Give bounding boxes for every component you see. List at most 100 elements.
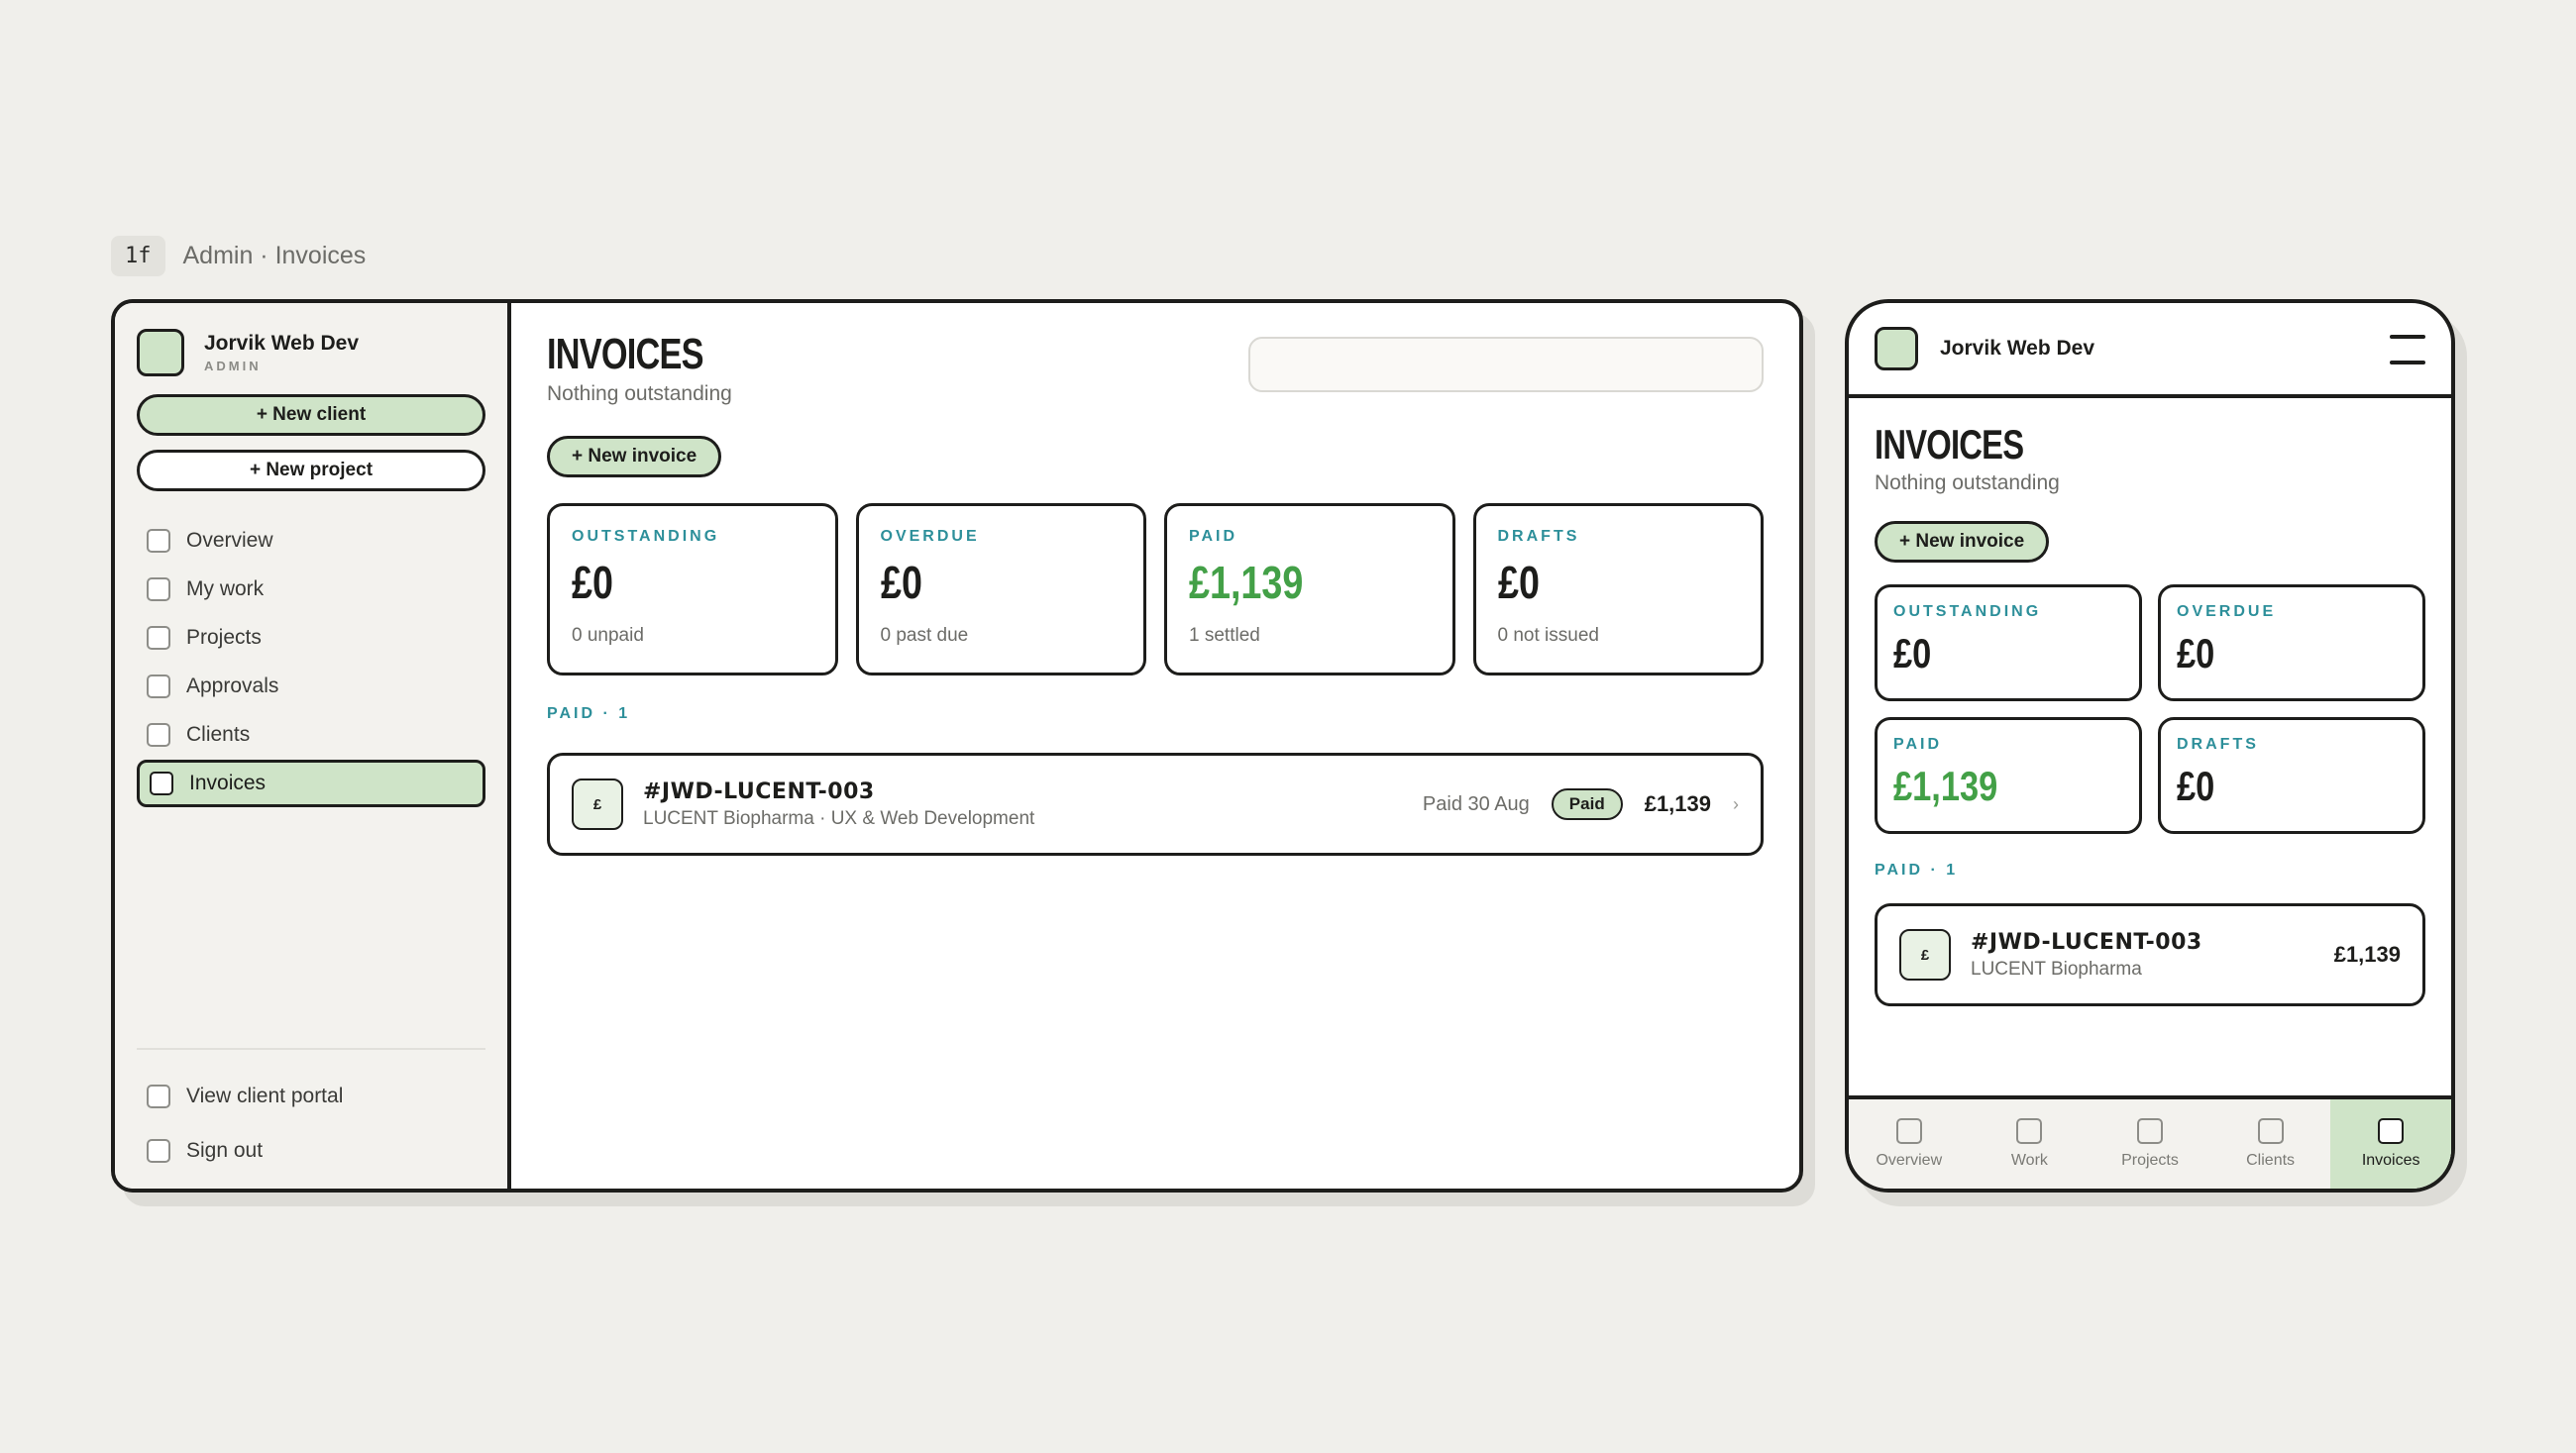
stat-label: OVERDUE [880,528,980,545]
stat-value: £0 [1497,557,1540,608]
invoice-row[interactable]: £ #JWD-LUCENT-003 LUCENT Biopharma · UX … [547,753,1764,856]
stat-card-paid: PAID £1,139 [1875,717,2142,834]
pound-icon: £ [572,778,623,830]
work-icon [2016,1118,2043,1144]
status-badge: Paid [1551,788,1623,820]
mobile-header: Jorvik Web Dev [1849,303,2451,398]
invoices-icon [150,772,173,795]
stat-value: £0 [2177,630,2215,676]
invoice-amount: £1,139 [1644,791,1711,816]
invoice-date: Paid 30 Aug [1422,792,1530,815]
new-invoice-button[interactable]: + New invoice [1875,521,2050,563]
stat-label: OVERDUE [2177,603,2277,620]
invoices-icon [2378,1118,2405,1144]
overview-icon [147,529,170,553]
chevron-right-icon: › [1733,793,1739,814]
stat-value: £0 [880,557,922,608]
section-label: PAID · 1 [547,705,631,722]
mobile-content: INVOICES Nothing outstanding + New invoi… [1849,398,2451,1032]
screen-title: Admin · Invoices [182,242,367,269]
sidebar-item-label: Invoices [189,772,267,794]
stat-note: 0 not issued [1497,625,1599,646]
tab-clients[interactable]: Clients [2210,1099,2331,1189]
stat-value: £1,139 [1893,763,1998,809]
sign-out-icon [147,1139,170,1163]
invoice-amount: £1,139 [2333,942,2401,967]
clients-icon [2257,1118,2284,1144]
pound-icon: £ [1899,929,1951,981]
menu-icon[interactable] [2390,331,2425,366]
tab-label: Overview [1876,1152,1943,1169]
sidebar-item-projects[interactable]: Projects [137,614,485,662]
sidebar-item-invoices[interactable]: Invoices [137,760,485,807]
new-project-button[interactable]: + New project [137,450,485,491]
sidebar-item-overview[interactable]: Overview [137,517,485,565]
brand-logo-icon [1875,327,1918,370]
tab-work[interactable]: Work [1970,1099,2091,1189]
tab-label: Invoices [2361,1152,2420,1169]
sidebar-item-label: View client portal [186,1085,344,1107]
my-work-icon [147,577,170,601]
overview-icon [1895,1118,1922,1144]
invoice-row[interactable]: £ #JWD-LUCENT-003 LUCENT Biopharma £1,13… [1875,903,2425,1006]
stat-card-drafts: DRAFTS £0 [2158,717,2425,834]
stat-card-overdue: OVERDUE £0 0 past due [855,503,1146,675]
stat-value: £0 [1893,630,1932,676]
brand-name: Jorvik Web Dev [1940,337,2095,360]
brand-name: Jorvik Web Dev [204,332,360,355]
sidebar-item-label: Clients [186,723,251,746]
sign-out-link[interactable]: Sign out [137,1124,485,1178]
sidebar-item-label: Sign out [186,1139,264,1162]
view-client-portal-link[interactable]: View client portal [137,1070,485,1123]
stat-value: £0 [2177,763,2215,809]
projects-icon [147,626,170,650]
projects-icon [2136,1118,2163,1144]
stat-label: DRAFTS [1497,528,1580,545]
sidebar-item-approvals[interactable]: Approvals [137,663,485,710]
new-client-button[interactable]: + New client [137,394,485,436]
new-invoice-button[interactable]: + New invoice [547,436,722,477]
brand-role: ADMIN [204,359,262,373]
stat-label: OUTSTANDING [572,528,720,545]
tab-projects[interactable]: Projects [2090,1099,2210,1189]
stat-card-paid: PAID £1,139 1 settled [1164,503,1455,675]
stats-row: OUTSTANDING £0 0 unpaid OVERDUE £0 0 pas… [547,503,1764,675]
stat-label: PAID [1893,736,1943,753]
stat-note: 1 settled [1189,625,1260,646]
sidebar-item-label: Overview [186,529,273,552]
tab-label: Clients [2246,1152,2296,1169]
sidebar-item-clients[interactable]: Clients [137,711,485,759]
brand-logo-icon [137,329,184,376]
portal-icon [147,1085,170,1108]
tab-overview[interactable]: Overview [1849,1099,1970,1189]
invoice-client: LUCENT Biopharma · UX & Web Development [643,807,1035,829]
tab-label: Projects [2121,1152,2179,1169]
stat-value: £0 [572,557,613,608]
invoice-id: #JWD-LUCENT-003 [643,778,875,804]
brand: Jorvik Web Dev ADMIN [137,329,485,376]
tab-invoices[interactable]: Invoices [2330,1099,2451,1189]
sidebar-item-label: My work [186,577,265,600]
stat-note: 0 unpaid [572,625,644,646]
screen-tag: 1f [111,236,165,276]
search-input[interactable] [1248,337,1764,392]
stat-card-overdue: OVERDUE £0 [2158,584,2425,701]
approvals-icon [147,675,170,698]
tab-label: Work [2010,1152,2048,1169]
invoice-client: LUCENT Biopharma [1971,958,2142,980]
stats-grid: OUTSTANDING £0 OVERDUE £0 PAID £1,139 DR… [1875,584,2425,834]
page-title: INVOICES [1875,421,2024,467]
desktop-frame: Jorvik Web Dev ADMIN + New client + New … [111,299,1803,1193]
stat-label: OUTSTANDING [1893,603,2042,620]
stat-note: 0 past due [880,625,969,646]
screen-caption: 1f Admin · Invoices [111,236,366,276]
stat-card-outstanding: OUTSTANDING £0 0 unpaid [547,503,838,675]
sidebar-item-my-work[interactable]: My work [137,566,485,613]
stat-value: £1,139 [1189,557,1304,608]
stat-label: PAID [1189,528,1238,545]
page-subtitle: Nothing outstanding [1875,471,2060,494]
invoice-id: #JWD-LUCENT-003 [1971,929,2202,955]
sidebar: Jorvik Web Dev ADMIN + New client + New … [115,303,511,1189]
sidebar-footer: View client portal Sign out [137,1048,485,1179]
main-content: INVOICES Nothing outstanding + New invoi… [511,303,1799,1189]
